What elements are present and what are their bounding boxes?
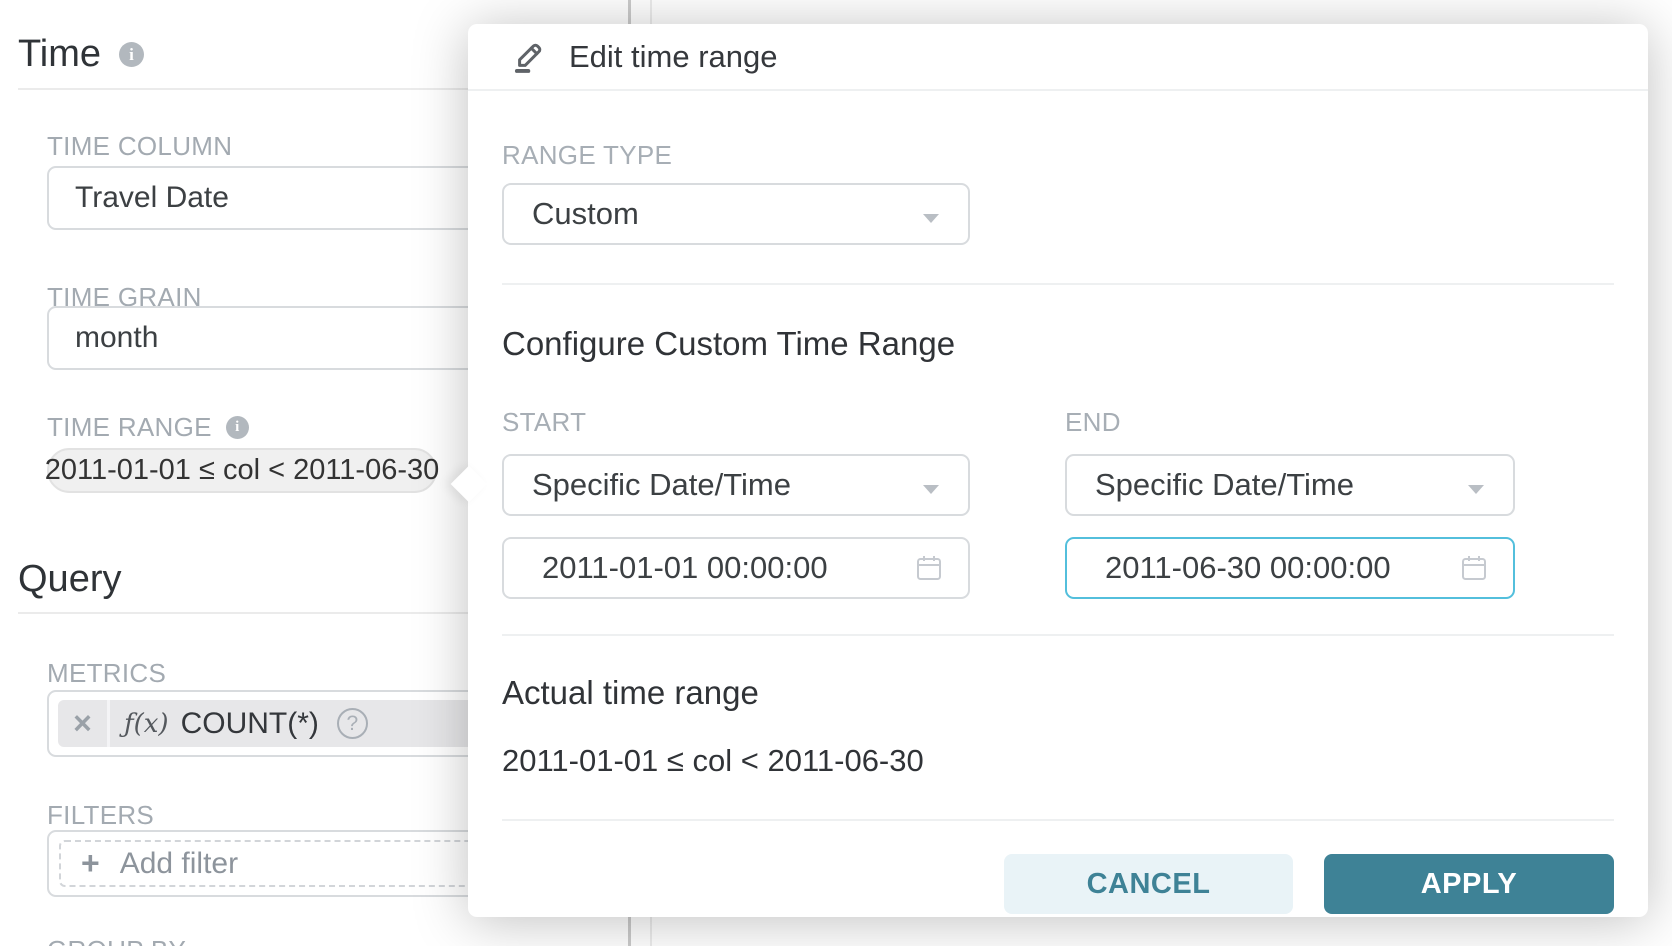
- remove-metric-icon[interactable]: ×: [58, 700, 110, 747]
- divider: [502, 634, 1614, 636]
- start-datetime-value: 2011-01-01 00:00:00: [542, 550, 914, 586]
- divider: [502, 283, 1614, 285]
- actual-time-range-value: 2011-01-01 ≤ col < 2011-06-30: [502, 743, 1614, 779]
- query-section-label: Query: [18, 558, 121, 601]
- time-column-value: Travel Date: [75, 181, 229, 215]
- popover-header: Edit time range: [468, 24, 1648, 91]
- query-section-title: Query: [18, 558, 121, 601]
- end-label: END: [1065, 407, 1515, 438]
- time-section-label: Time: [18, 33, 101, 76]
- cancel-button[interactable]: CANCEL: [1004, 854, 1293, 914]
- calendar-icon[interactable]: [914, 553, 944, 583]
- chevron-down-icon: [922, 196, 940, 232]
- start-datetime-input[interactable]: 2011-01-01 00:00:00: [502, 537, 970, 599]
- apply-button[interactable]: APPLY: [1324, 854, 1614, 914]
- popover-footer: CANCEL APPLY: [502, 854, 1614, 914]
- popover-title: Edit time range: [569, 39, 778, 75]
- metric-name: COUNT(*): [181, 707, 319, 741]
- add-filter-label: Add filter: [120, 847, 238, 881]
- chevron-down-icon: [922, 467, 940, 503]
- function-icon: ƒ(x): [124, 709, 169, 739]
- plus-icon: +: [81, 845, 100, 882]
- group-by-label: GROUP BY: [47, 935, 186, 946]
- time-range-pill[interactable]: 2011-01-01 ≤ col < 2011-06-30: [47, 448, 437, 493]
- calendar-icon[interactable]: [1459, 553, 1489, 583]
- time-section-title: Time i: [18, 33, 144, 76]
- range-type-select[interactable]: Custom: [502, 183, 970, 245]
- info-icon[interactable]: i: [226, 416, 249, 439]
- end-column: END Specific Date/Time 2011-06-30 00:00:…: [1065, 407, 1515, 599]
- chevron-down-icon: [1467, 467, 1485, 503]
- end-datetime-input[interactable]: 2011-06-30 00:00:00: [1065, 537, 1515, 599]
- end-mode-value: Specific Date/Time: [1095, 467, 1467, 503]
- help-icon[interactable]: ?: [337, 708, 368, 739]
- start-label: START: [502, 407, 970, 438]
- popover-body: RANGE TYPE Custom Configure Custom Time …: [468, 140, 1648, 914]
- range-type-value: Custom: [532, 196, 922, 232]
- time-range-value: 2011-01-01 ≤ col < 2011-06-30: [45, 454, 440, 487]
- divider: [502, 819, 1614, 821]
- info-icon[interactable]: i: [119, 42, 144, 67]
- metrics-label: METRICS: [47, 658, 166, 689]
- explore-page: Time i TIME COLUMN Travel Date TIME GRAI…: [0, 0, 1672, 946]
- start-mode-select[interactable]: Specific Date/Time: [502, 454, 970, 516]
- end-datetime-value: 2011-06-30 00:00:00: [1105, 550, 1459, 586]
- time-grain-value: month: [75, 321, 158, 355]
- time-range-label: TIME RANGE i: [47, 412, 249, 443]
- edit-pencil-icon: [510, 39, 546, 75]
- actual-time-range-heading: Actual time range: [502, 674, 1614, 712]
- start-mode-value: Specific Date/Time: [532, 467, 922, 503]
- filters-label: FILTERS: [47, 800, 154, 831]
- end-mode-select[interactable]: Specific Date/Time: [1065, 454, 1515, 516]
- start-column: START Specific Date/Time 2011-01-01 00:0…: [502, 407, 970, 599]
- configure-heading: Configure Custom Time Range: [502, 325, 1614, 363]
- edit-time-range-popover: Edit time range RANGE TYPE Custom Config…: [468, 24, 1648, 917]
- time-column-label: TIME COLUMN: [47, 131, 232, 162]
- range-type-label: RANGE TYPE: [502, 140, 1614, 171]
